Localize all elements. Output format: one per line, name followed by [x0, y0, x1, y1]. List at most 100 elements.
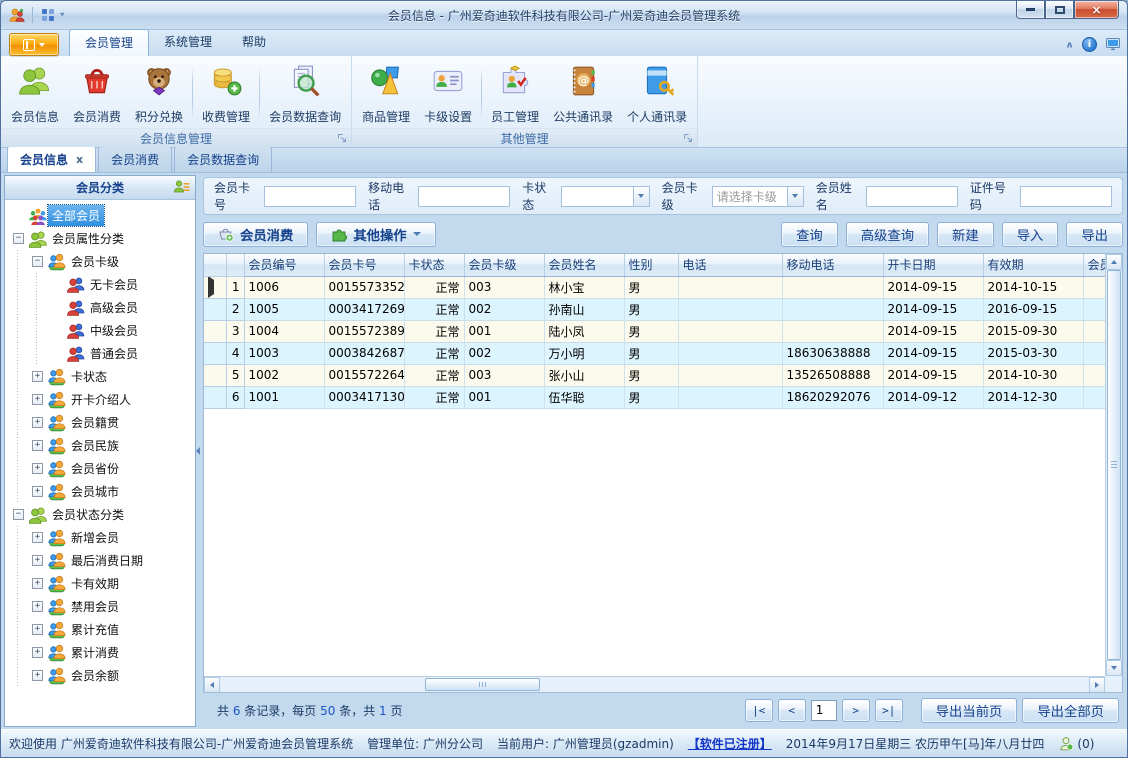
sidebar-splitter[interactable]: [196, 173, 201, 729]
export-current-page-button[interactable]: 导出当前页: [920, 697, 1018, 723]
tree-item-卡有效期[interactable]: + 卡有效期: [9, 572, 195, 595]
column-header-移动电话[interactable]: 移动电话: [782, 254, 884, 277]
tree-item-最后消费日期[interactable]: + 最后消费日期: [9, 549, 195, 572]
expand-icon[interactable]: +: [28, 440, 47, 451]
chevron-down-icon[interactable]: [786, 186, 803, 206]
theme-monitor-icon[interactable]: [1105, 36, 1121, 52]
tree-item-会员籍贯[interactable]: + 会员籍贯: [9, 411, 195, 434]
toolbar-button-高级查询[interactable]: 高级查询: [845, 221, 930, 247]
ribbon-button-卡级设置[interactable]: 卡级设置: [417, 59, 479, 128]
collapse-icon[interactable]: −: [28, 256, 47, 267]
ribbon-button-公共通讯录[interactable]: @ 公共通讯录: [546, 59, 620, 128]
ribbon-tab-0[interactable]: 会员管理: [69, 29, 150, 56]
close-button[interactable]: ×: [1074, 1, 1119, 19]
previous-page-button[interactable]: <: [777, 698, 806, 722]
tree-item-会员城市[interactable]: + 会员城市: [9, 480, 195, 503]
column-header-会员卡级[interactable]: 会员卡级: [464, 254, 545, 277]
tree-item-会员属性分类[interactable]: − 会员属性分类: [9, 227, 195, 250]
horizontal-scroll-track[interactable]: [220, 677, 1089, 692]
chevron-down-icon[interactable]: [632, 186, 649, 206]
vertical-scroll-thumb[interactable]: [1107, 270, 1121, 660]
expand-icon[interactable]: +: [28, 647, 47, 658]
tree-item-卡状态[interactable]: + 卡状态: [9, 365, 195, 388]
expand-icon[interactable]: +: [28, 578, 47, 589]
collapse-ribbon-icon[interactable]: ∧: [1065, 39, 1074, 49]
expand-icon[interactable]: +: [28, 670, 47, 681]
info-icon[interactable]: i: [1082, 36, 1097, 52]
tree-item-累计充值[interactable]: + 累计充值: [9, 618, 195, 641]
table-row[interactable]: 1 1006 0015573352 正常 003 林小宝男 2014-09-15 2014-1…: [204, 276, 1106, 299]
column-header-电话[interactable]: 电话: [678, 254, 783, 277]
doc-tab-会员数据查询[interactable]: 会员数据查询: [174, 146, 273, 172]
scroll-left-icon[interactable]: [204, 677, 220, 692]
collapse-icon[interactable]: −: [9, 509, 28, 520]
first-page-button[interactable]: |<: [744, 698, 773, 722]
expand-icon[interactable]: +: [28, 371, 47, 382]
minimize-button[interactable]: [1016, 1, 1045, 19]
maximize-button[interactable]: [1045, 1, 1074, 19]
page-number-input[interactable]: [810, 699, 837, 721]
doc-tab-close-icon[interactable]: x: [76, 154, 83, 165]
collapse-sidebar-icon[interactable]: [196, 443, 201, 459]
tree-item-新增会员[interactable]: + 新增会员: [9, 526, 195, 549]
filter-select-会员卡级[interactable]: 请选择卡级: [711, 185, 804, 207]
scroll-up-icon[interactable]: [1106, 254, 1122, 270]
table-row[interactable]: 6 1001 0003417130 正常 001 伍华聪男 18620292076 2014-…: [204, 386, 1106, 409]
ribbon-button-收费管理[interactable]: 收费管理: [195, 59, 257, 128]
filter-input-会员卡号[interactable]: [264, 185, 357, 207]
filter-input-证件号码[interactable]: [1020, 185, 1112, 207]
tree-item-会员卡级[interactable]: − 会员卡级: [9, 250, 195, 273]
column-header-会员编号[interactable]: 会员编号: [244, 254, 325, 277]
tree-item-高级会员[interactable]: 高级会员: [9, 296, 195, 319]
tree-item-中级会员[interactable]: 中级会员: [9, 319, 195, 342]
expand-icon[interactable]: +: [28, 624, 47, 635]
column-header-会员卡号[interactable]: 会员卡号: [324, 254, 405, 277]
filter-select-卡状态[interactable]: [561, 185, 650, 207]
tree-item-禁用会员[interactable]: + 禁用会员: [9, 595, 195, 618]
table-row[interactable]: 2 1005 0003417269 正常 002 孙南山男 2014-09-15 2016-0…: [204, 298, 1106, 321]
expand-icon[interactable]: +: [28, 601, 47, 612]
ribbon-tab-2[interactable]: 帮助: [227, 29, 281, 56]
tree-item-全部会员[interactable]: 全部会员: [9, 204, 195, 227]
column-header-会员姓名[interactable]: 会员姓名: [544, 254, 625, 277]
export-all-pages-button[interactable]: 导出全部页: [1022, 697, 1119, 723]
vertical-scrollbar[interactable]: [1105, 254, 1122, 676]
ribbon-button-个人通讯录[interactable]: 个人通讯录: [620, 59, 694, 128]
column-header-卡状态[interactable]: 卡状态: [404, 254, 465, 277]
next-page-button[interactable]: >: [841, 698, 870, 722]
registered-link[interactable]: 【软件已注册】: [688, 735, 772, 752]
horizontal-scroll-thumb[interactable]: [425, 678, 540, 691]
expand-icon[interactable]: +: [28, 417, 47, 428]
toolbar-button-新建[interactable]: 新建: [937, 221, 994, 247]
table-row[interactable]: 5 1002 0015572264 正常 003 张小山男 13526508888 2014-…: [204, 364, 1106, 387]
column-header-开卡日期[interactable]: 开卡日期: [883, 254, 984, 277]
expand-icon[interactable]: +: [28, 463, 47, 474]
doc-tab-会员消费[interactable]: 会员消费: [98, 146, 173, 172]
collapse-icon[interactable]: −: [9, 233, 28, 244]
ribbon-button-商品管理[interactable]: 商品管理: [355, 59, 417, 128]
tree-item-无卡会员[interactable]: 无卡会员: [9, 273, 195, 296]
expand-icon[interactable]: +: [28, 486, 47, 497]
tree-item-会员省份[interactable]: + 会员省份: [9, 457, 195, 480]
doc-tab-会员信息[interactable]: 会员信息 x: [7, 146, 97, 172]
toolbar-button-导入[interactable]: 导入: [1001, 221, 1059, 247]
ribbon-button-会员信息[interactable]: 会员信息: [4, 59, 66, 128]
other-operations-button[interactable]: 其他操作: [316, 221, 436, 247]
ribbon-button-会员数据查询[interactable]: 会员数据查询: [262, 59, 348, 128]
column-header-性别[interactable]: 性别: [624, 254, 679, 277]
tree-item-会员民族[interactable]: + 会员民族: [9, 434, 195, 457]
expand-icon[interactable]: +: [28, 532, 47, 543]
scroll-right-icon[interactable]: [1089, 677, 1105, 692]
tree-item-会员余额[interactable]: + 会员余额: [9, 664, 195, 687]
tree-item-开卡介绍人[interactable]: + 开卡介绍人: [9, 388, 195, 411]
column-header-有效期[interactable]: 有效期: [983, 254, 1084, 277]
horizontal-scrollbar[interactable]: [204, 676, 1105, 692]
last-page-button[interactable]: >|: [874, 698, 903, 722]
ribbon-button-会员消费[interactable]: 会员消费: [66, 59, 128, 128]
ribbon-button-员工管理[interactable]: 员工管理: [484, 59, 546, 128]
expand-icon[interactable]: +: [28, 555, 47, 566]
column-header-会员[interactable]: 会员: [1083, 254, 1106, 277]
toolbar-button-查询[interactable]: 查询: [781, 221, 838, 247]
member-consume-button[interactable]: 会员消费: [203, 221, 309, 247]
tree-item-会员状态分类[interactable]: − 会员状态分类: [9, 503, 195, 526]
